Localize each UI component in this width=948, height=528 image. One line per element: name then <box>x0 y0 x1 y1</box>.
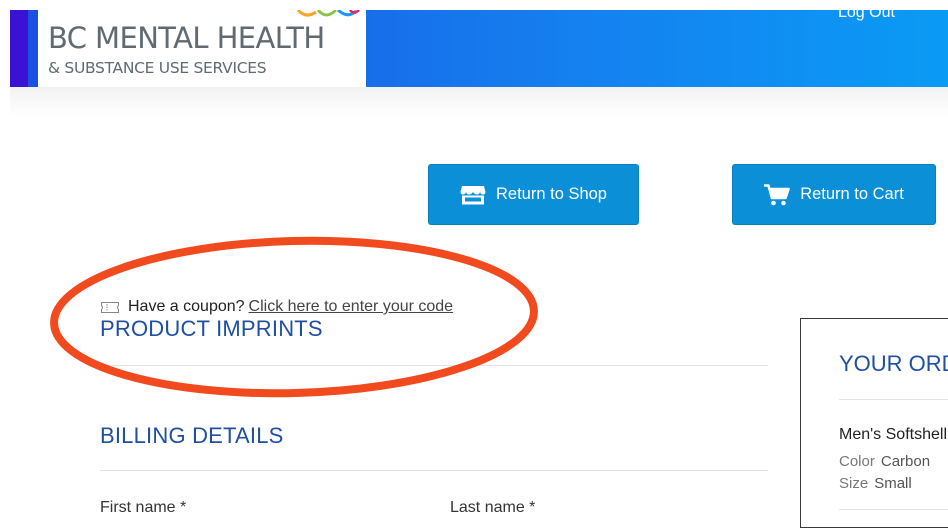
product-imprints-heading: PRODUCT IMPRINTS <box>100 316 323 341</box>
order-divider <box>839 399 948 400</box>
ticket-icon <box>101 301 119 313</box>
storefront-icon <box>460 185 486 204</box>
logout-link[interactable]: Log Out <box>838 4 895 22</box>
order-divider <box>839 509 948 510</box>
coupon-prompt: Have a coupon? <box>128 298 245 315</box>
order-item-name: Men's Softshell <box>839 426 947 443</box>
order-item-size: Size Small <box>839 475 912 492</box>
return-to-shop-button[interactable]: Return to Shop <box>428 164 639 225</box>
order-summary-title: YOUR ORDER <box>839 351 948 376</box>
logo-subtitle: & SUBSTANCE USE SERVICES <box>48 59 267 77</box>
shopping-cart-icon <box>764 183 790 205</box>
billing-details-heading: BILLING DETAILS <box>100 423 284 448</box>
section-divider <box>100 470 768 471</box>
header-accent-stripe <box>10 10 28 87</box>
logo-mark-icon <box>296 10 360 17</box>
site-logo[interactable]: BC MENTAL HEALTH & SUBSTANCE USE SERVICE… <box>38 10 366 87</box>
return-to-shop-label: Return to Shop <box>496 185 607 203</box>
header-shadow <box>10 87 948 117</box>
return-to-cart-button[interactable]: Return to Cart <box>732 164 936 225</box>
order-item-color: Color Carbon <box>839 453 930 470</box>
size-label: Size <box>839 475 869 492</box>
site-header: BC MENTAL HEALTH & SUBSTANCE USE SERVICE… <box>10 4 948 87</box>
first-name-label: First name * <box>100 499 187 516</box>
last-name-label: Last name * <box>450 499 536 516</box>
enter-coupon-link[interactable]: Click here to enter your code <box>249 298 454 316</box>
size-value: Small <box>874 475 912 492</box>
coupon-notice: Have a coupon? Click here to enter your … <box>101 298 453 316</box>
return-to-cart-label: Return to Cart <box>800 185 904 203</box>
color-value: Carbon <box>880 453 931 470</box>
section-divider <box>100 365 768 366</box>
logo-title: BC MENTAL HEALTH <box>48 21 325 55</box>
order-summary-panel: YOUR ORDER Men's Softshell Color Carbon S… <box>800 318 948 528</box>
color-label: Color <box>839 453 875 470</box>
